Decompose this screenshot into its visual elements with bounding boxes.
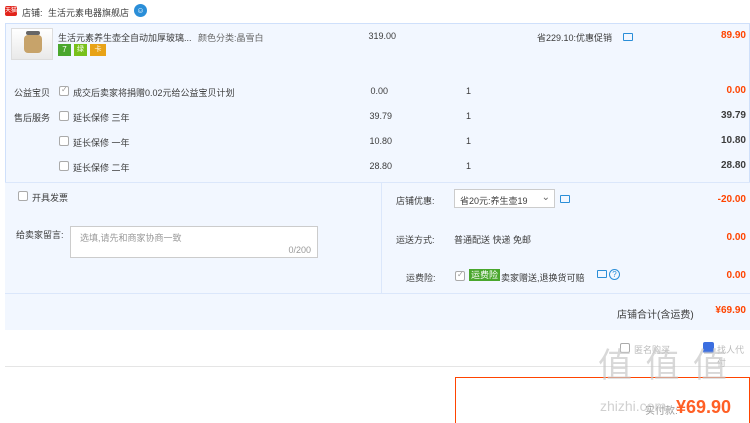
warranty-3y-label: 延长保修 三年 bbox=[73, 113, 130, 123]
product-promo: 省229.10:优惠促销 bbox=[537, 33, 613, 43]
invoice-checkbox[interactable] bbox=[18, 191, 28, 201]
product-title[interactable]: 生活元素养生壶全自动加厚玻璃... bbox=[58, 31, 192, 44]
warranty-1y-label: 延长保修 一年 bbox=[73, 138, 130, 148]
shop-total-label: 店铺合计(含运费) bbox=[617, 310, 694, 321]
pay-value: ¥69.90 bbox=[676, 397, 732, 417]
insurance-chat-icon[interactable] bbox=[597, 270, 607, 278]
insurance-tag: 运费险 bbox=[469, 269, 501, 281]
warranty-3y-qty: 1 bbox=[466, 111, 472, 121]
message-placeholder: 选填,请先和商家协商一致 bbox=[80, 233, 182, 243]
product-spec: 颜色分类:晶雪白 bbox=[198, 33, 264, 43]
discount-info-icon[interactable] bbox=[560, 195, 570, 203]
insurance-label: 运费险: bbox=[406, 273, 436, 283]
chevron-down-icon: ⌄ bbox=[541, 192, 550, 203]
insurance-help-icon[interactable]: ? bbox=[609, 269, 620, 280]
product-subtotal: 89.90 bbox=[720, 30, 746, 41]
charity-subtotal: 0.00 bbox=[726, 85, 746, 96]
warranty-1y-price: 10.80 bbox=[369, 136, 392, 146]
message-label: 给卖家留言: bbox=[16, 230, 64, 240]
product-thumbnail[interactable] bbox=[11, 28, 53, 60]
product-badge-card: 卡 bbox=[90, 44, 106, 56]
watermark-logo: 值 值 值 bbox=[598, 347, 729, 385]
charity-price: 0.00 bbox=[370, 86, 388, 96]
warranty-2y-qty: 1 bbox=[466, 161, 472, 171]
insurance-checkbox bbox=[455, 270, 465, 281]
product-badge-7day: 7 bbox=[58, 44, 71, 56]
warranty-2y-label: 延长保修 二年 bbox=[73, 163, 130, 173]
warranty-3y-price: 39.79 bbox=[369, 111, 392, 121]
warranty-1y-checkbox[interactable] bbox=[59, 136, 69, 146]
charity-section-label: 公益宝贝 bbox=[14, 88, 51, 98]
warranty-2y-price: 28.80 bbox=[369, 161, 392, 171]
discount-selected: 省20元:养生壶19 bbox=[460, 196, 528, 206]
discount-select[interactable]: 省20元:养生壶19 ⌄ bbox=[454, 189, 555, 208]
warranty-1y-qty: 1 bbox=[466, 136, 472, 146]
discount-label: 店铺优惠: bbox=[396, 196, 435, 206]
shop-total-value: ¥69.90 bbox=[715, 305, 746, 316]
charity-qty: 1 bbox=[466, 86, 472, 96]
vertical-divider bbox=[381, 183, 382, 293]
shipping-amount: 0.00 bbox=[726, 232, 746, 243]
charity-text: 成交后卖家将捐赠0.02元给公益宝贝计划 bbox=[73, 88, 235, 98]
warranty-1y-subtotal: 10.80 bbox=[720, 135, 746, 146]
product-price: 319.00 bbox=[368, 31, 396, 41]
promo-info-icon[interactable] bbox=[623, 33, 633, 41]
shop-header: 天猫 店铺: 生活元素电器旗舰店 ☺ bbox=[0, 0, 750, 24]
discount-amount: -20.00 bbox=[717, 194, 746, 205]
horizontal-divider bbox=[5, 293, 750, 294]
insurance-amount: 0.00 bbox=[726, 270, 746, 281]
warranty-3y-checkbox[interactable] bbox=[59, 111, 69, 121]
warranty-2y-checkbox[interactable] bbox=[59, 161, 69, 171]
insurance-text: 卖家赠送,退换货可赔 bbox=[501, 273, 585, 283]
message-input[interactable]: 选填,请先和商家协商一致 0/200 bbox=[70, 226, 318, 258]
watermark-url: zhizhi.com bbox=[600, 398, 667, 414]
shop-name[interactable]: 生活元素电器旗舰店 bbox=[48, 6, 129, 19]
shipping-label: 运送方式: bbox=[396, 235, 435, 245]
wangwang-chat-icon[interactable]: ☺ bbox=[134, 4, 147, 17]
tmall-badge-icon: 天猫 bbox=[5, 6, 18, 16]
shop-label: 店铺: bbox=[22, 8, 43, 18]
warranty-2y-subtotal: 28.80 bbox=[720, 160, 746, 171]
warranty-3y-subtotal: 39.79 bbox=[720, 110, 746, 121]
service-section-label: 售后服务 bbox=[14, 113, 51, 123]
product-badge-green: 绿 bbox=[74, 44, 87, 56]
message-counter: 0/200 bbox=[288, 245, 311, 255]
invoice-label: 开具发票 bbox=[32, 193, 69, 203]
charity-checkbox bbox=[59, 85, 69, 96]
shipping-value: 普通配送 快递 免邮 bbox=[454, 235, 532, 245]
